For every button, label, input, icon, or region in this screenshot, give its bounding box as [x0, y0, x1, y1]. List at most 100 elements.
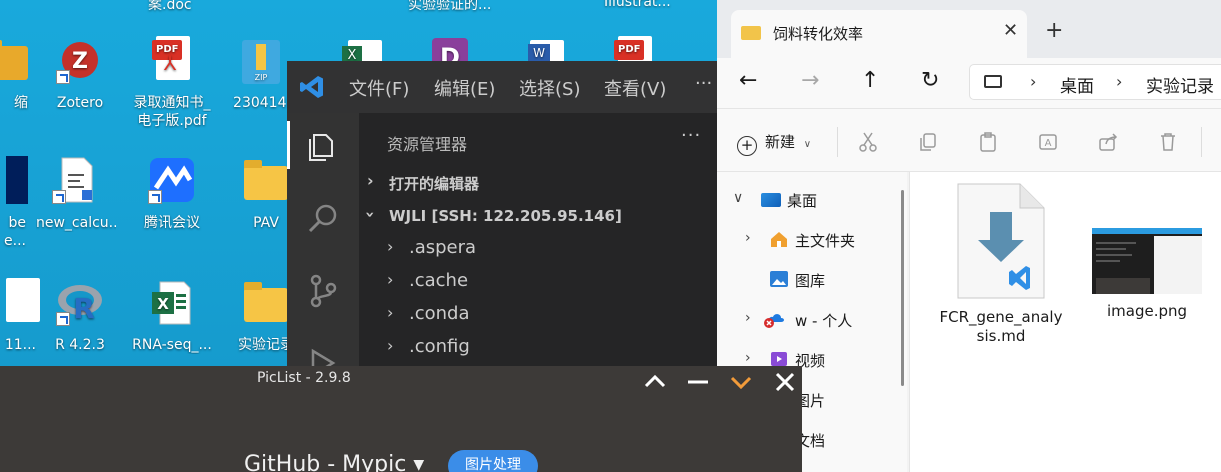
file-name-line2: sis.md	[976, 327, 1026, 345]
back-arrow-icon[interactable]: ←	[739, 68, 757, 93]
nav-item-onedrive[interactable]: › w - 个人	[717, 300, 907, 340]
desktop-icon-textfile[interactable]: new_calcu...	[36, 156, 116, 232]
tree-item-label: .config	[409, 336, 470, 357]
tree-item-label: .cache	[409, 270, 469, 291]
copy-icon[interactable]	[917, 131, 939, 153]
delete-icon[interactable]	[1157, 131, 1179, 153]
breadcrumb-separator-icon: ›	[1116, 72, 1123, 91]
desktop-icon-tencent-meeting[interactable]: 腾讯会议	[132, 156, 212, 232]
home-icon	[771, 232, 787, 247]
section-open-editors[interactable]: › 打开的编辑器	[359, 167, 717, 199]
tab-title: 饲料转化效率	[773, 25, 864, 43]
desktop-icon-label: 11...	[4, 337, 36, 353]
refresh-icon[interactable]: ↻	[921, 68, 939, 93]
address-bar[interactable]: › 桌面 › 实验记录	[969, 64, 1221, 100]
menu-file[interactable]: 文件(F)	[349, 75, 409, 101]
shortcut-arrow-icon	[52, 190, 66, 204]
desktop-icon-excel[interactable]: X RNA-seq_...	[132, 278, 212, 354]
explorer-toolbar: + 新建 ∨ A	[717, 108, 1221, 172]
breadcrumb-current[interactable]: 实验记录	[1146, 72, 1214, 97]
tree-item-label: .conda	[409, 303, 470, 324]
paste-icon[interactable]	[977, 131, 999, 153]
source-control-icon[interactable]	[305, 273, 341, 309]
toolbar-divider	[1201, 127, 1202, 157]
close-icon[interactable]	[771, 370, 799, 394]
svg-text:R: R	[73, 292, 95, 325]
rename-icon[interactable]: A	[1037, 131, 1059, 153]
desktop-icon-label: new_calcu...	[36, 215, 116, 231]
nav-item-home[interactable]: › 主文件夹	[717, 220, 907, 260]
menu-selection[interactable]: 选择(S)	[519, 75, 580, 101]
chevron-down-icon: ∨	[803, 139, 812, 150]
r-icon: R	[56, 278, 104, 330]
chevron-down-icon[interactable]	[727, 370, 755, 394]
nav-pane-scrollbar[interactable]	[901, 190, 904, 386]
chevron-up-icon[interactable]	[641, 370, 669, 394]
sidebar-title: 资源管理器	[387, 135, 468, 154]
nav-item-desktop[interactable]: ∨ 桌面	[717, 180, 907, 220]
menu-more[interactable]: ···	[695, 73, 712, 94]
upload-target-selector[interactable]: GitHub - Mypic ▼	[244, 452, 424, 472]
gallery-icon	[770, 271, 788, 287]
desktop-icon-label: be	[8, 215, 27, 231]
tree-item-folder[interactable]: › .aspera	[359, 233, 717, 266]
image-processing-button[interactable]: 图片处理	[448, 450, 538, 472]
zip-icon: ZIP	[238, 36, 286, 88]
desktop-icon-app[interactable]: be e...	[0, 156, 40, 250]
svg-text:A: A	[1045, 138, 1052, 149]
vscode-title-bar: 文件(F) 编辑(E) 选择(S) 查看(V) ···	[287, 61, 717, 113]
up-arrow-icon[interactable]: ↑	[861, 68, 879, 93]
chevron-right-icon: ›	[387, 237, 394, 256]
new-button[interactable]: + 新建 ∨	[737, 131, 811, 156]
desktop-icon-label-line2: 电子版.pdf	[137, 113, 207, 129]
tree-item-folder[interactable]: › .conda	[359, 299, 717, 332]
desktop-icon-r[interactable]: R R 4.2.3	[40, 278, 120, 354]
caret-down-icon: ▼	[413, 457, 425, 472]
new-tab-button[interactable]: +	[1045, 18, 1063, 43]
search-icon[interactable]	[305, 201, 341, 237]
file-item-image[interactable]: image.png	[1082, 182, 1212, 321]
nav-item-gallery[interactable]: 图库	[717, 260, 907, 300]
nav-item-label: w - 个人	[795, 312, 853, 330]
chevron-right-icon: ›	[745, 310, 751, 326]
desktop-icon-zotero[interactable]: Z Zotero	[40, 36, 120, 112]
menu-edit[interactable]: 编辑(E)	[434, 75, 495, 101]
upload-target-label: GitHub - Mypic	[244, 452, 407, 472]
chevron-right-icon: ›	[387, 336, 394, 355]
file-name: image.png	[1106, 302, 1188, 320]
share-icon[interactable]	[1097, 131, 1119, 153]
folder-icon	[242, 156, 290, 208]
pdf-icon: PDF ⅄	[148, 36, 196, 88]
breadcrumb-desktop[interactable]: 桌面	[1060, 72, 1094, 97]
desktop-icon-label-line2: e...	[4, 233, 26, 249]
menu-view[interactable]: 查看(V)	[604, 75, 666, 101]
close-tab-button[interactable]: ✕	[1003, 20, 1018, 41]
desktop-icon-pdf[interactable]: PDF ⅄ 录取通知书_ 电子版.pdf	[132, 36, 212, 130]
zotero-icon: Z	[56, 36, 104, 88]
excel-icon: X	[148, 278, 196, 330]
desktop-top-label: 实验验证的...	[408, 0, 492, 13]
desktop-icon-label: Zotero	[56, 95, 104, 111]
section-workspace[interactable]: › WJLI [SSH: 122.205.95.146]	[359, 201, 717, 233]
plus-icon: +	[737, 136, 757, 156]
svg-text:X: X	[157, 295, 169, 313]
breadcrumb-separator-icon: ›	[1030, 72, 1037, 91]
cut-icon[interactable]	[857, 131, 879, 153]
forward-arrow-icon[interactable]: →	[801, 68, 819, 93]
tencent-meeting-icon	[148, 156, 196, 208]
desktop-icon-pdf-3[interactable]: 11...	[0, 278, 44, 354]
shortcut-arrow-icon	[148, 190, 162, 204]
tab-current-folder[interactable]: 饲料转化效率 ✕	[731, 10, 1027, 58]
desktop-top-label: Illustrat...	[604, 0, 671, 10]
tree-item-folder[interactable]: › .config	[359, 332, 717, 365]
app-icon	[0, 156, 28, 208]
explorer-files-icon[interactable]	[305, 129, 341, 165]
minimize-icon[interactable]	[684, 370, 712, 394]
desktop-icon-label: 腾讯会议	[144, 215, 200, 231]
sidebar-more-button[interactable]: ···	[681, 125, 701, 146]
tree-item-folder[interactable]: › .cache	[359, 266, 717, 299]
file-item-markdown[interactable]: FCR_gene_analy sis.md	[936, 182, 1066, 346]
toolbar-divider	[837, 127, 838, 157]
explorer-nav-bar: ← → ↑ ↻ › 桌面 › 实验记录	[717, 58, 1221, 108]
desktop-icon	[761, 193, 781, 207]
